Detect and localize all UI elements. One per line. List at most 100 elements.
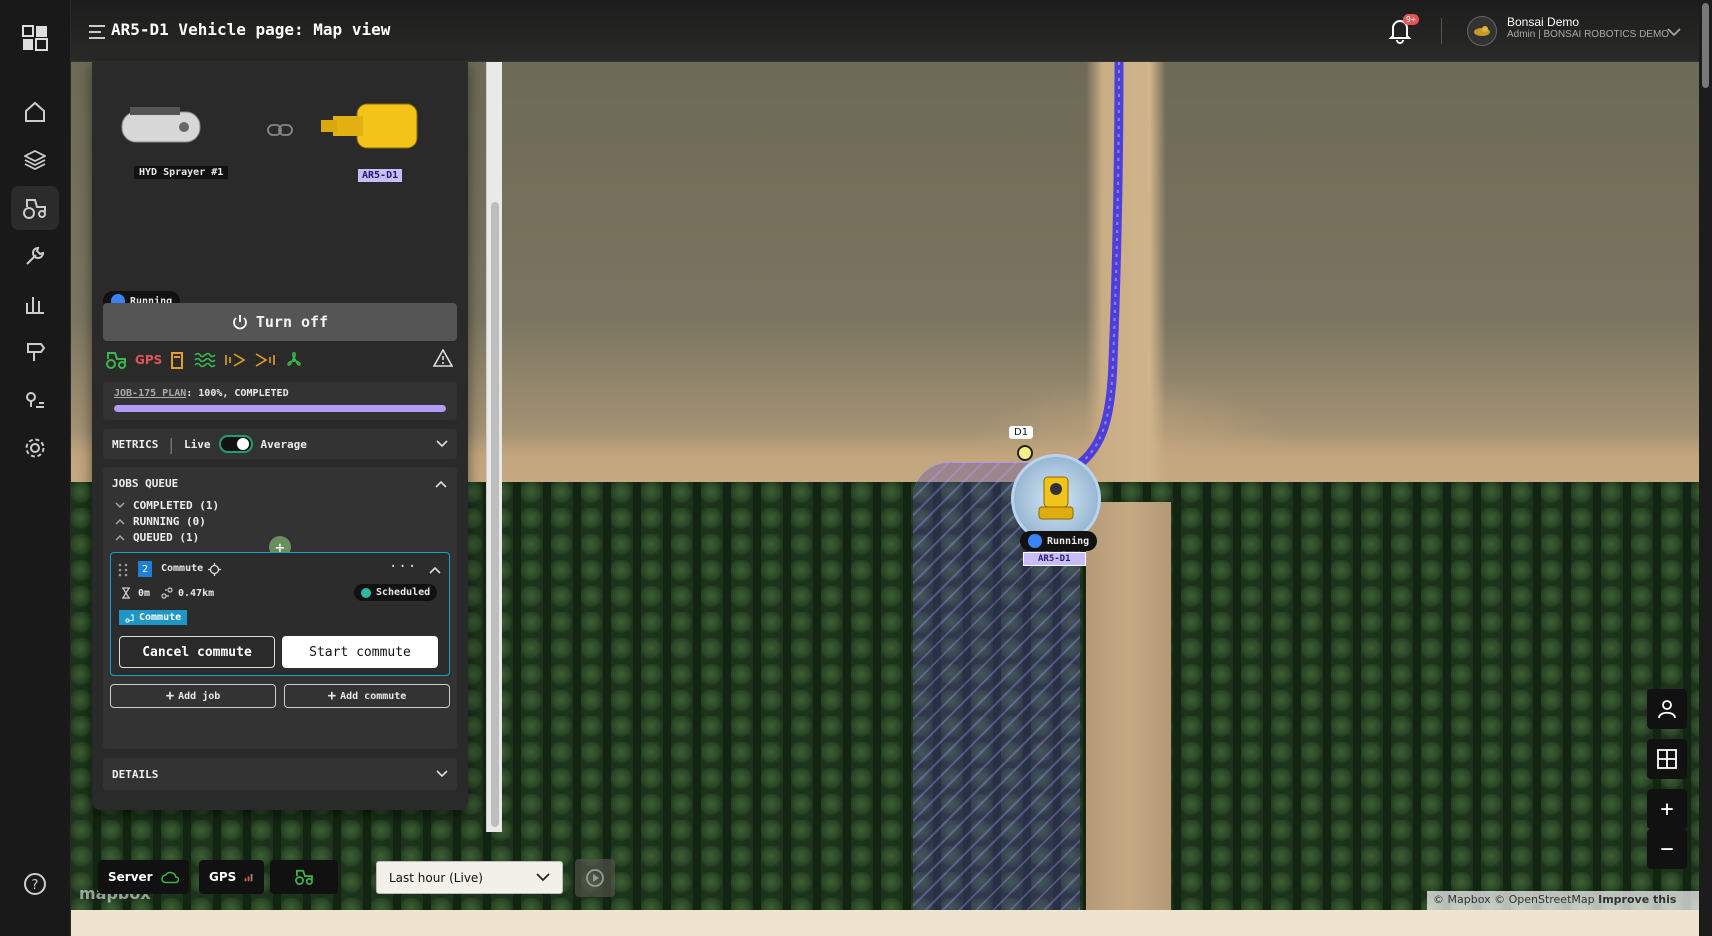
nav-rail: ?: [0, 0, 71, 936]
top-bar: AR5-D1 Vehicle page: Map view 9+ Bonsai …: [71, 0, 1712, 62]
job-plan-link[interactable]: JOB-175 PLAN: [114, 388, 186, 399]
chevron-up-icon[interactable]: [435, 480, 447, 488]
waypoint-label: D1: [1009, 426, 1034, 439]
sensor-right-icon: [255, 353, 276, 367]
hourglass-icon: [122, 587, 130, 599]
job-duration: 0m: [138, 588, 151, 599]
time-range-select[interactable]: Last hour (Live): [376, 861, 563, 894]
apps-grid-icon[interactable]: [11, 16, 59, 60]
gps-status-label: GPS: [135, 353, 163, 367]
more-options-icon[interactable]: ···: [389, 559, 417, 575]
metrics-title: METRICS: [112, 437, 159, 451]
jobs-queue-section: JOBS QUEUE COMPLETED (1) RUNNING (0) QUE…: [103, 467, 457, 749]
signpost-icon[interactable]: [11, 330, 59, 374]
chevron-down-icon[interactable]: [436, 440, 448, 448]
avatar[interactable]: [1467, 16, 1497, 46]
metrics-average-label: Average: [260, 437, 307, 451]
scheduled-dot-icon: [361, 587, 371, 598]
vehicle-robot-icon: [1038, 476, 1074, 520]
bottom-strip: [71, 910, 1712, 936]
queued-group[interactable]: QUEUED (1): [115, 531, 199, 544]
chevron-down-icon: [536, 873, 550, 882]
job-state-badge: Scheduled: [354, 584, 438, 601]
signal-bars-icon: [244, 873, 253, 882]
server-status[interactable]: Server: [98, 860, 189, 894]
power-icon: [233, 315, 247, 330]
vehicle-connection-status[interactable]: [270, 860, 338, 894]
status-icon-row: GPS: [105, 351, 304, 369]
grid-layout-icon[interactable]: [1647, 739, 1687, 779]
svg-text:?: ?: [32, 878, 39, 893]
location-route-icon[interactable]: [11, 378, 59, 422]
layers-icon[interactable]: [11, 138, 59, 182]
help-icon[interactable]: ?: [11, 862, 59, 906]
plus-icon: +: [327, 688, 337, 704]
completed-group[interactable]: COMPLETED (1): [115, 499, 219, 512]
drag-handle-icon[interactable]: [118, 563, 128, 577]
jobs-queue-title: JOBS QUEUE: [112, 477, 179, 490]
vehicle-name: AR5-D1: [358, 169, 403, 182]
live-average-toggle[interactable]: [218, 435, 253, 453]
add-commute-button[interactable]: + Add commute: [284, 684, 450, 708]
job-progress-bar: [114, 405, 446, 412]
waypoint-marker[interactable]: [1017, 445, 1033, 461]
zoom-out-button[interactable]: −: [1647, 829, 1687, 869]
chevron-up-icon: [115, 519, 125, 525]
warning-icon[interactable]: [432, 348, 454, 371]
notification-bell-icon[interactable]: 9+: [1386, 14, 1419, 48]
route-icon: [125, 614, 134, 623]
vehicle-status-pill: Running: [1020, 531, 1098, 551]
metrics-section[interactable]: METRICS | Live Average: [103, 429, 457, 459]
job-progress-card: JOB-175 PLAN: 100%, COMPLETED: [103, 382, 457, 420]
replay-button[interactable]: [575, 859, 615, 897]
job-plan-status: : 100%, COMPLETED: [186, 388, 289, 399]
bar-chart-icon[interactable]: [11, 282, 59, 326]
job-name: Commute: [161, 563, 204, 574]
turn-off-button[interactable]: Turn off: [103, 303, 457, 341]
separator: |: [166, 434, 176, 454]
chevron-down-icon: [115, 502, 125, 508]
user-info[interactable]: Bonsai Demo Admin | BONSAI ROBOTICS DEMO: [1507, 15, 1669, 40]
sprayer-image: [112, 102, 212, 152]
fan-icon: [287, 351, 301, 366]
job-card[interactable]: 2 Commute ··· 0m 0.47km Scheduled Commut…: [110, 552, 450, 676]
add-job-button[interactable]: + Add job: [110, 684, 276, 708]
gps-signal-status[interactable]: GPS: [199, 860, 264, 894]
tractor-icon: [295, 869, 313, 885]
home-icon[interactable]: [11, 90, 59, 134]
running-group[interactable]: RUNNING (0): [115, 515, 206, 528]
page-title: AR5-D1 Vehicle page: Map view: [111, 20, 391, 39]
zoom-in-button[interactable]: +: [1647, 789, 1687, 829]
job-index-badge: 2: [138, 561, 152, 577]
crosshair-icon[interactable]: [208, 563, 221, 576]
person-icon[interactable]: [1647, 689, 1687, 729]
settings-gear-icon[interactable]: [11, 426, 59, 470]
divider: [1441, 18, 1442, 44]
page-scrollbar[interactable]: [1699, 0, 1712, 936]
replay-icon: [586, 869, 604, 887]
tractor-icon[interactable]: [11, 186, 59, 230]
tractor-status-icon: [106, 352, 126, 369]
hamburger-menu-icon[interactable]: [89, 24, 105, 43]
panel-scrollbar[interactable]: [486, 62, 502, 832]
job-progress-fill: [114, 405, 446, 412]
vehicle-panel: HYD Sprayer #1 AR5-D1 Running Turn off G…: [92, 62, 468, 810]
map-attribution: © Mapbox © OpenStreetMap Improve this ma…: [1427, 891, 1699, 910]
plus-icon: +: [165, 688, 175, 704]
running-indicator-icon: [1028, 534, 1042, 548]
vehicle-name-tag: AR5-D1: [1023, 552, 1086, 566]
notification-badge: 9+: [1403, 14, 1419, 25]
chevron-down-icon[interactable]: [1667, 22, 1681, 41]
user-name: Bonsai Demo: [1507, 15, 1580, 29]
user-role: Admin | BONSAI ROBOTICS DEMO: [1507, 29, 1670, 40]
fuel-icon: [171, 352, 184, 369]
spray-waves-icon: [194, 352, 216, 368]
chevron-up-icon[interactable]: [429, 566, 441, 574]
cancel-commute-button[interactable]: Cancel commute: [119, 636, 275, 668]
start-commute-button[interactable]: Start commute: [282, 636, 438, 668]
chevron-down-icon[interactable]: [436, 770, 448, 778]
wrench-icon[interactable]: [11, 234, 59, 278]
details-section[interactable]: DETAILS: [103, 758, 457, 790]
link-icon[interactable]: [267, 122, 293, 141]
cloud-icon: [160, 871, 179, 884]
